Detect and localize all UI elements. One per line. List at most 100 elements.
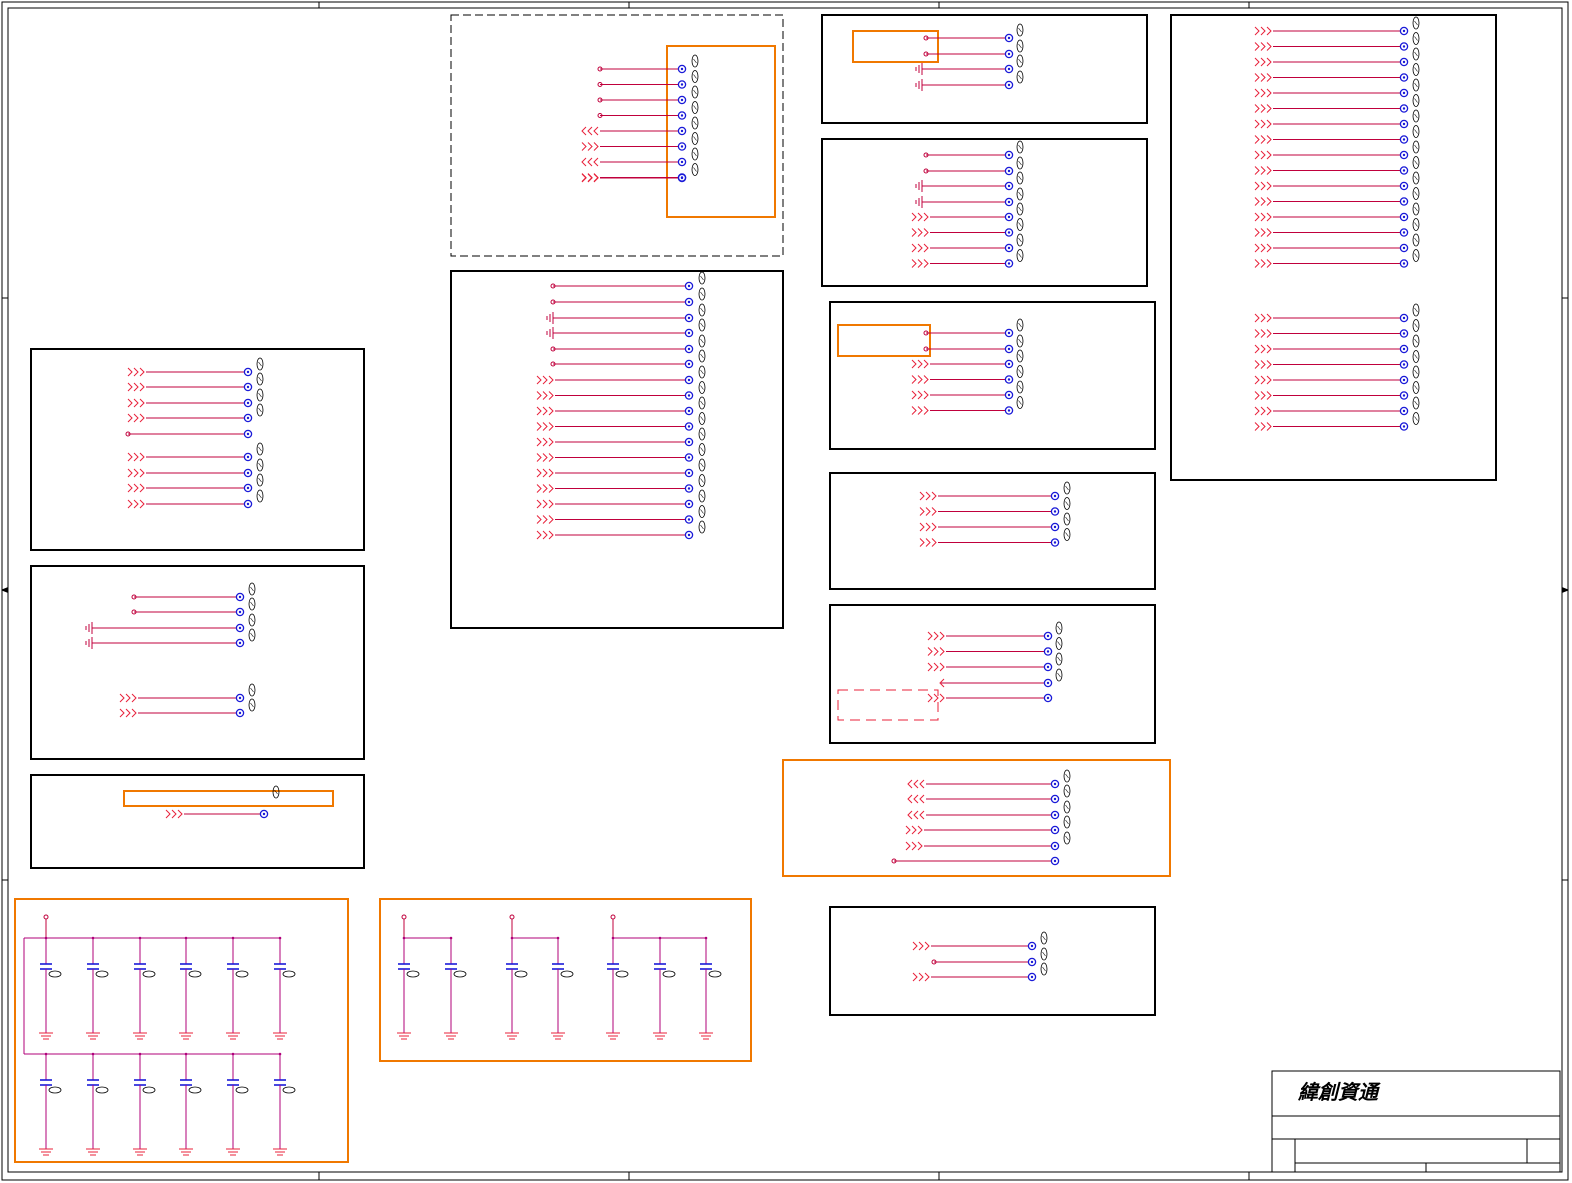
offpage-out-icon — [548, 391, 554, 400]
refdes-tag — [235, 970, 249, 978]
net-layer — [1, 16, 1569, 1156]
offpage-out-icon — [917, 243, 923, 253]
offpage-out-icon — [139, 483, 145, 493]
company-name: 緯創資通 — [1297, 1080, 1381, 1104]
offpage-out-icon — [939, 631, 945, 641]
offpage-in-icon — [913, 794, 919, 804]
refdes-tag — [282, 970, 296, 978]
offpage-out-icon — [927, 647, 933, 656]
offpage-out-icon — [917, 390, 923, 400]
offpage-out-icon — [1260, 150, 1266, 160]
offpage-out-icon — [139, 468, 145, 478]
offpage-out-icon — [133, 398, 139, 408]
refdes-tag — [662, 970, 676, 978]
highlight-left-3 — [123, 790, 334, 807]
offpage-out-icon — [917, 259, 923, 268]
zone-ticks — [2, 2, 1568, 1180]
offpage-out-icon — [927, 631, 933, 641]
offpage-out-icon — [1254, 181, 1260, 191]
offpage-out-icon — [1260, 375, 1266, 385]
offpage-out-icon — [548, 375, 554, 385]
offpage-out-icon — [171, 809, 177, 819]
offpage-out-icon — [939, 647, 945, 656]
offpage-out-icon — [548, 484, 554, 493]
offpage-out-icon — [127, 483, 133, 493]
offpage-out-icon — [1260, 212, 1266, 222]
offpage-out-icon — [917, 841, 923, 851]
offpage-out-icon — [917, 825, 923, 835]
offpage-out-icon — [1254, 135, 1260, 144]
offpage-out-icon — [912, 972, 918, 982]
offpage-out-icon — [925, 538, 931, 547]
offpage-out-icon — [1266, 135, 1272, 144]
offpage-out-icon — [917, 406, 923, 415]
refdes-tag — [142, 1086, 156, 1094]
offpage-out-icon — [1260, 313, 1266, 323]
offpage-in-icon — [587, 157, 593, 167]
offpage-out-icon — [1266, 391, 1272, 400]
offpage-out-icon — [1266, 259, 1272, 268]
offpage-out-icon — [542, 530, 548, 540]
refdes-tag — [235, 1086, 249, 1094]
offpage-in-icon — [919, 794, 925, 804]
offpage-out-icon — [1254, 391, 1260, 400]
offpage-out-icon — [923, 212, 929, 222]
block-right-d — [829, 472, 1156, 590]
offpage-out-icon — [923, 406, 929, 415]
border-arrow-icon — [1, 587, 8, 593]
offpage-out-icon — [939, 693, 945, 703]
offpage-out-icon — [536, 422, 542, 431]
offpage-out-icon — [925, 522, 931, 532]
offpage-out-icon — [536, 468, 542, 478]
offpage-in-icon — [593, 126, 599, 136]
offpage-out-icon — [927, 662, 933, 672]
offpage-out-icon — [1254, 166, 1260, 175]
offpage-out-icon — [542, 406, 548, 416]
offpage-out-icon — [1254, 360, 1260, 369]
offpage-in-icon — [913, 810, 919, 820]
offpage-out-icon — [1266, 375, 1272, 385]
offpage-out-icon — [924, 972, 930, 982]
offpage-out-icon — [139, 452, 145, 462]
offpage-out-icon — [1266, 228, 1272, 237]
offpage-out-icon — [1260, 88, 1266, 98]
power-port-icon — [610, 914, 616, 920]
offpage-out-icon — [917, 212, 923, 222]
offpage-out-icon — [911, 406, 917, 415]
offpage-out-icon — [127, 413, 133, 423]
offpage-out-icon — [927, 693, 933, 703]
offpage-out-icon — [1260, 228, 1266, 237]
refdes-tag — [282, 1086, 296, 1094]
refdes-tag — [514, 970, 528, 978]
offpage-out-icon — [1266, 243, 1272, 253]
offpage-out-icon — [939, 662, 945, 672]
sheet-inner-border — [7, 7, 1563, 1173]
offpage-out-icon — [1266, 104, 1272, 113]
offpage-out-icon — [1254, 313, 1260, 323]
offpage-out-icon — [139, 367, 145, 377]
offpage-out-icon — [548, 499, 554, 509]
offpage-out-icon — [1266, 42, 1272, 51]
offpage-out-icon — [1266, 26, 1272, 36]
offpage-out-icon — [931, 507, 937, 516]
offpage-out-icon — [919, 538, 925, 547]
offpage-out-icon — [548, 530, 554, 540]
offpage-out-icon — [911, 825, 917, 835]
offpage-out-icon — [1266, 57, 1272, 67]
offpage-out-icon — [1266, 344, 1272, 354]
offpage-out-icon — [1254, 197, 1260, 206]
offpage-out-icon — [548, 437, 554, 447]
offpage-out-icon — [536, 453, 542, 462]
offpage-out-icon — [933, 647, 939, 656]
offpage-out-icon — [127, 499, 133, 509]
offpage-out-icon — [1254, 57, 1260, 67]
offpage-in-icon — [907, 810, 913, 820]
refdes-tag — [708, 970, 722, 978]
block-left-2 — [30, 565, 365, 760]
offpage-out-icon — [919, 491, 925, 501]
offpage-out-icon — [536, 484, 542, 493]
offpage-out-icon — [139, 382, 145, 392]
offpage-out-icon — [542, 453, 548, 462]
offpage-out-icon — [1266, 88, 1272, 98]
offpage-out-icon — [587, 142, 593, 151]
